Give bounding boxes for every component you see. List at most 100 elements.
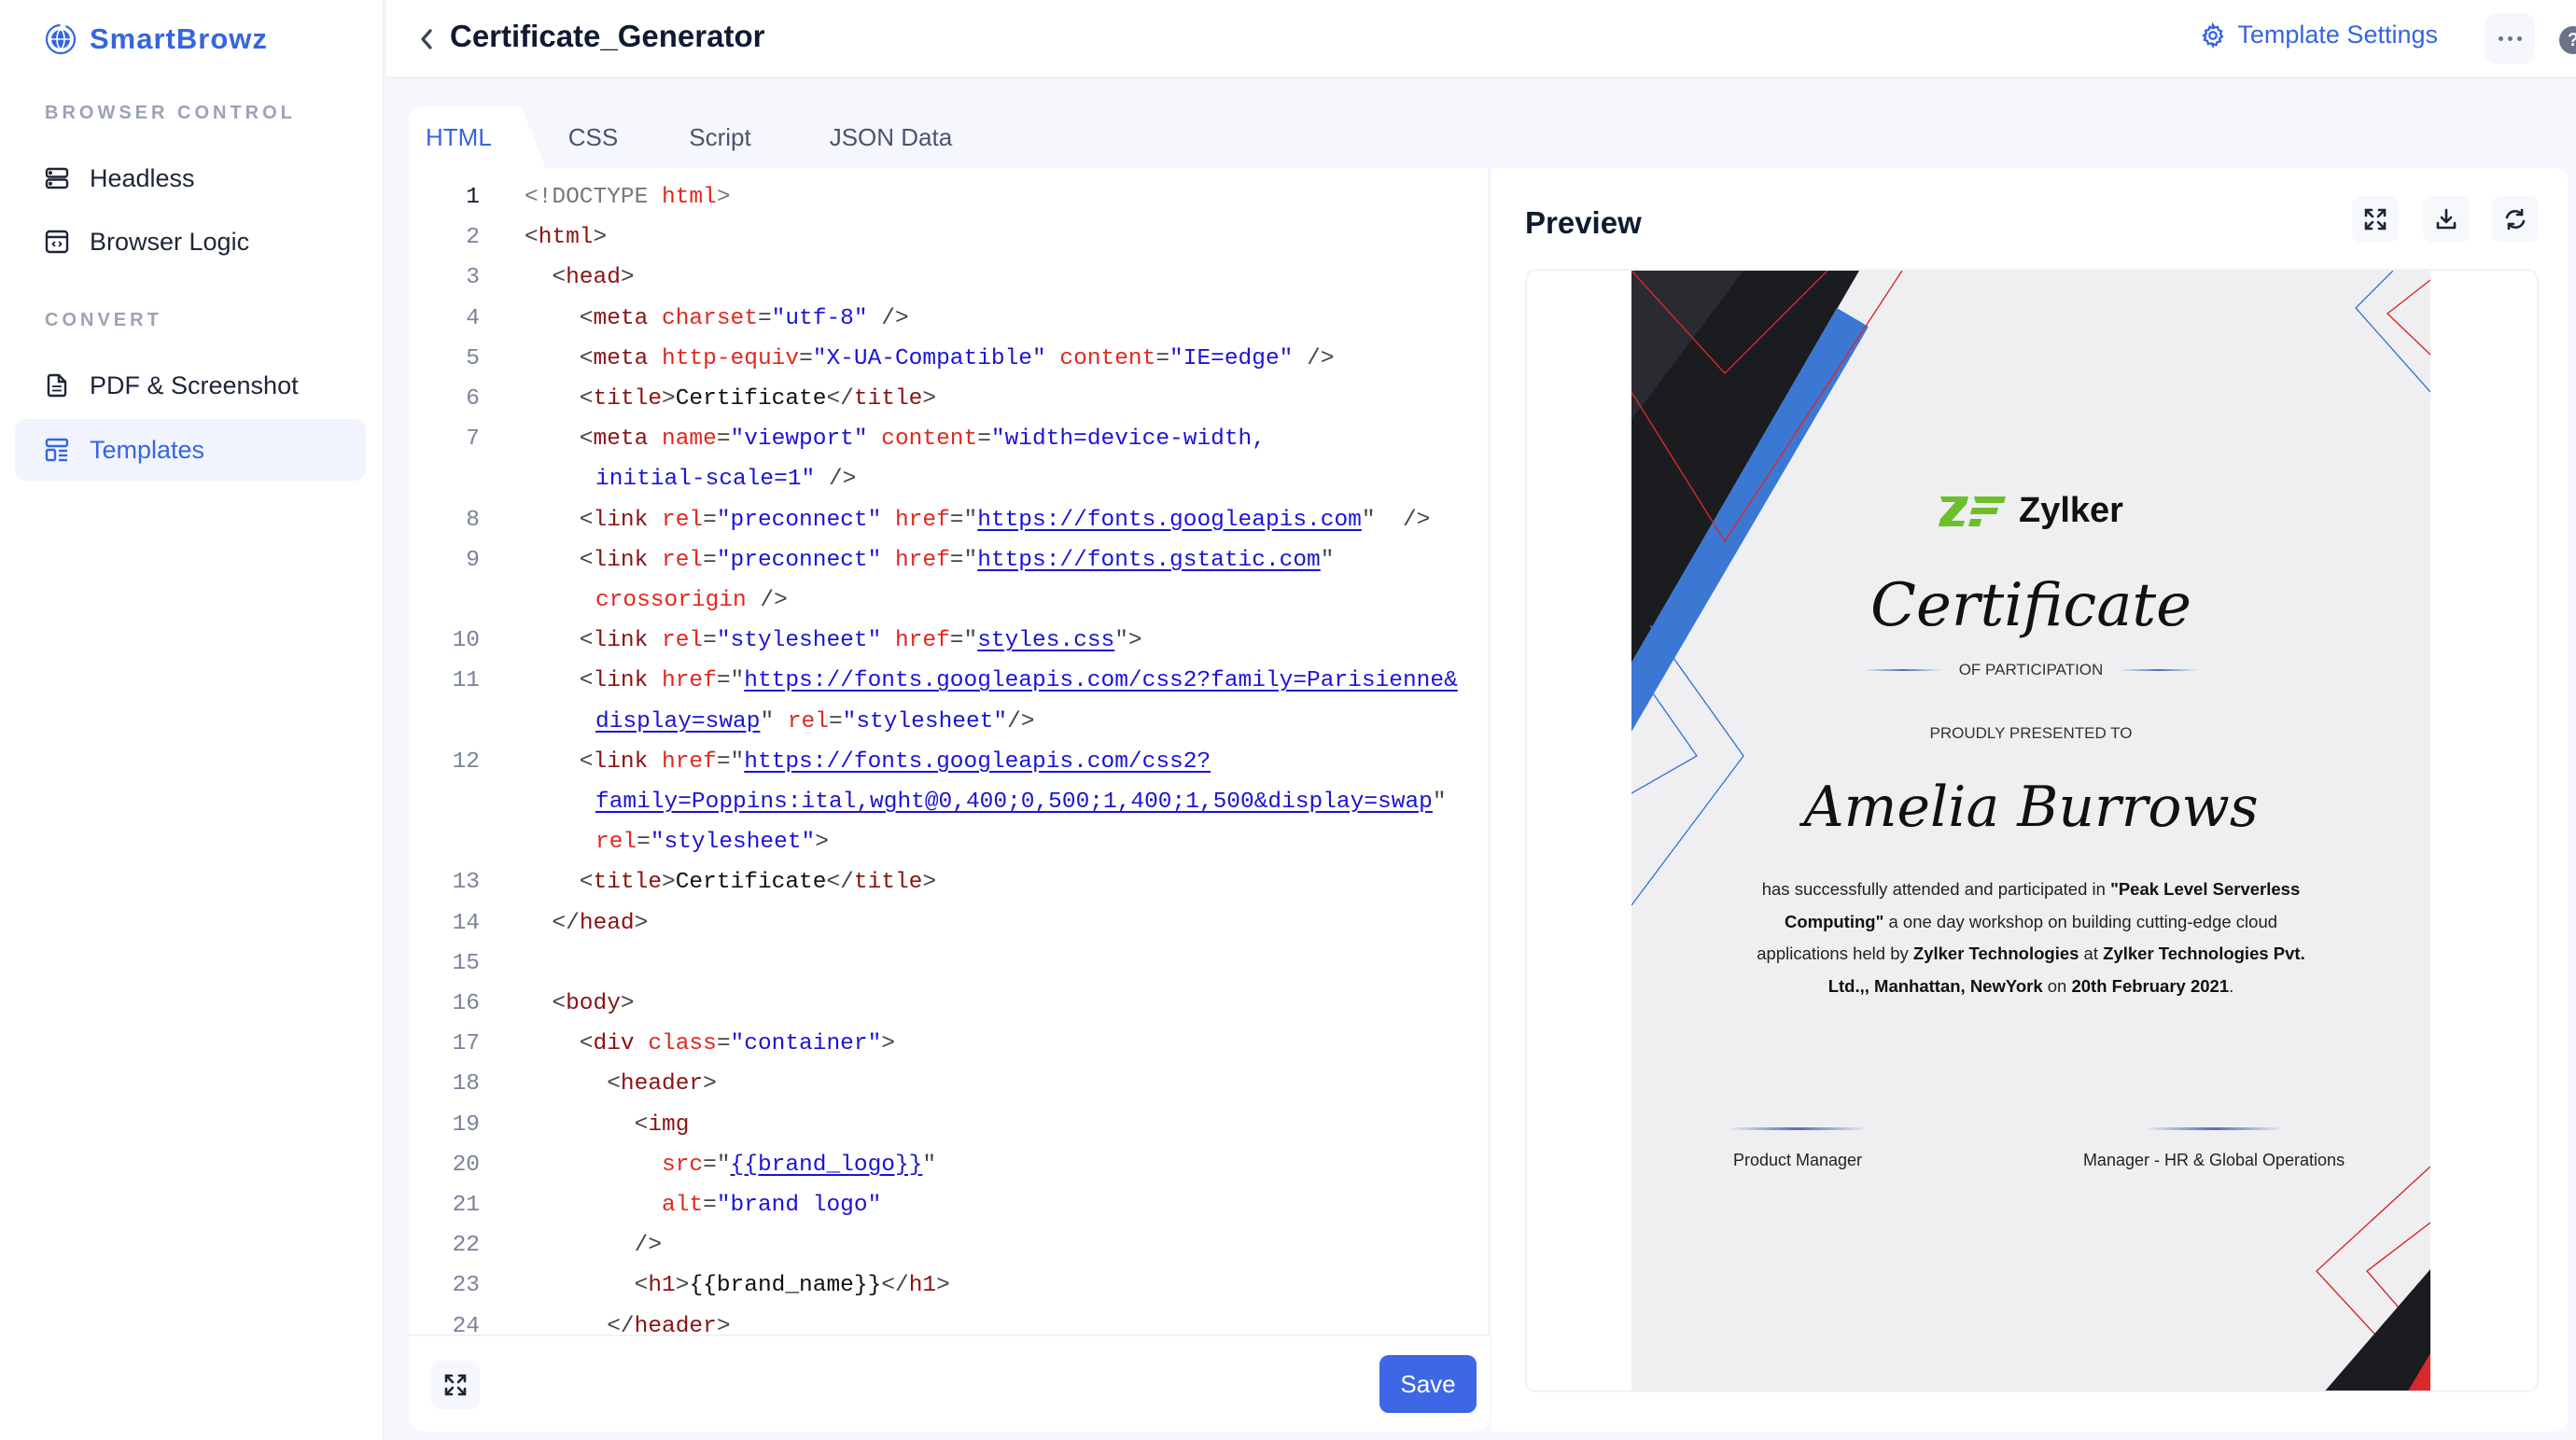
code-token[interactable]: https://fonts.googleapis.com/css2?family…	[744, 668, 1458, 693]
code-token[interactable]: https://fonts.gstatic.com	[977, 548, 1321, 573]
body-text: on	[2042, 975, 2072, 996]
line-number	[409, 782, 480, 822]
code-token[interactable]: styles.css	[977, 628, 1114, 653]
code-token: "container"	[730, 1031, 882, 1057]
code-token[interactable]: https://fonts.googleapis.com/css2?	[744, 749, 1211, 775]
brand[interactable]: SmartBrowz	[45, 21, 268, 58]
code-line[interactable]: crossorigin />	[409, 580, 1488, 621]
code-token: header	[620, 1071, 704, 1097]
line-number: 20	[452, 1152, 480, 1178]
code-token[interactable]: display=swap	[595, 709, 760, 734]
code-token: >	[620, 265, 635, 291]
code-line[interactable]: 6 <title>Certificate</title>	[409, 379, 1488, 419]
code-line[interactable]: 5 <meta http-equiv="X-UA-Compatible" con…	[409, 339, 1488, 379]
more-options-button[interactable]	[2485, 13, 2535, 63]
code-line[interactable]: 23 <h1>{{brand_name}}</h1>	[409, 1265, 1488, 1306]
sidebar-item-pdf-screenshot[interactable]: PDF & Screenshot	[15, 355, 366, 416]
code-text: <link href="https://fonts.googleapis.com…	[480, 661, 1488, 701]
code-token[interactable]: {{brand_logo}}	[731, 1153, 923, 1178]
help-icon[interactable]: ?	[2559, 26, 2576, 54]
code-line[interactable]: 22 />	[409, 1225, 1488, 1265]
sidebar-item-browser-logic[interactable]: Browser Logic	[15, 211, 366, 273]
code-text: <meta http-equiv="X-UA-Compatible" conte…	[480, 339, 1488, 379]
code-token: =	[977, 426, 991, 453]
code-line[interactable]: 2 <html>	[409, 217, 1488, 258]
dark-stripe	[2325, 1269, 2430, 1391]
section-label-browser-control: BROWSER CONTROL	[45, 103, 296, 123]
tab-script[interactable]: Script	[689, 106, 750, 168]
code-line[interactable]: 4 <meta charset="utf-8" />	[409, 299, 1488, 339]
code-token: "	[1320, 547, 1335, 573]
sidebar-item-headless[interactable]: Headless	[15, 147, 366, 209]
line-number: 14	[452, 910, 480, 936]
code-line[interactable]: display=swap" rel="stylesheet"/>	[409, 702, 1488, 742]
code-line[interactable]: 8 <link rel="preconnect" href="https://f…	[409, 500, 1488, 540]
code-line[interactable]: 13 <title>Certificate</title>	[409, 862, 1488, 902]
code-token: =	[703, 547, 717, 573]
signatory-title: Product Manager	[1732, 1151, 1863, 1169]
download-button[interactable]	[2423, 196, 2470, 243]
code-token: Certificate	[675, 386, 827, 412]
certificate-title: Certificate	[1870, 571, 2191, 640]
code-token: content	[881, 426, 978, 453]
code-line[interactable]: 15	[409, 944, 1488, 984]
line-number: 19	[452, 1111, 480, 1138]
code-token: "	[1432, 790, 1447, 816]
line-number	[409, 459, 480, 499]
code-token: />	[1293, 345, 1335, 371]
code-line[interactable]: 14 </head>	[409, 903, 1488, 944]
refresh-button[interactable]	[2492, 196, 2539, 243]
code-line[interactable]: initial-scale=1" />	[409, 459, 1488, 499]
code-line[interactable]: 9 <link rel="preconnect" href="https://f…	[409, 540, 1488, 580]
sidebar-item-templates[interactable]: Templates	[15, 419, 366, 481]
code-line[interactable]: family=Poppins:ital,wght@0,400;0,500;1,4…	[409, 782, 1488, 822]
expand-editor-button[interactable]	[431, 1361, 480, 1409]
gear-icon	[2202, 21, 2224, 49]
code-token: meta	[593, 426, 649, 453]
code-line[interactable]: 1 <!DOCTYPE html>	[409, 177, 1488, 217]
code-token[interactable]: family=Poppins:ital,wght@0,400;0,500;1,4…	[595, 790, 1433, 815]
line-number: 1	[466, 185, 480, 210]
code-token: title	[593, 870, 663, 896]
code-line[interactable]: 10 <link rel="stylesheet" href="styles.c…	[409, 621, 1488, 661]
code-line[interactable]: 17 <div class="container">	[409, 1024, 1488, 1064]
code-line[interactable]: rel="stylesheet">	[409, 822, 1488, 862]
tab-html[interactable]: HTML	[409, 106, 546, 168]
code-token: ="	[716, 748, 745, 775]
code-text: <html>	[480, 217, 1488, 258]
code-token: " />	[1361, 507, 1431, 533]
code-line[interactable]: 20 src="{{brand_logo}}"	[409, 1145, 1488, 1185]
line-number: 4	[466, 305, 480, 331]
tab-json-data[interactable]: JSON Data	[830, 106, 953, 168]
template-icon	[45, 438, 69, 462]
code-line[interactable]: 12 <link href="https://fonts.googleapis.…	[409, 742, 1488, 782]
body-text: at	[2079, 944, 2104, 963]
code-line[interactable]: 21 alt="brand logo"	[409, 1185, 1488, 1225]
code-editor[interactable]: 1 <!DOCTYPE html> 2 <html> 3 <head> 4 <meta c…	[409, 168, 1490, 1335]
code-line[interactable]: 18 <header>	[409, 1064, 1488, 1104]
back-button[interactable]	[413, 24, 441, 54]
code-line[interactable]: 3 <head>	[409, 258, 1488, 298]
code-line[interactable]: 19 <img	[409, 1105, 1488, 1145]
line-number	[409, 702, 480, 742]
line-number: 16	[452, 991, 480, 1017]
code-text: <div class="container">	[480, 1024, 1488, 1064]
code-token[interactable]: https://fonts.googleapis.com	[977, 508, 1362, 533]
line-number: 3	[466, 265, 480, 291]
template-settings-button[interactable]: Template Settings	[2200, 21, 2438, 49]
save-button[interactable]: Save	[1379, 1355, 1477, 1413]
line-number: 10	[452, 628, 480, 654]
document-icon	[47, 373, 67, 398]
code-line[interactable]: 16 <body>	[409, 984, 1488, 1024]
code-token: >	[675, 1273, 690, 1299]
code-token: =	[637, 830, 651, 856]
code-text: <title>Certificate</title>	[480, 379, 1488, 419]
code-line[interactable]: 7 <meta name="viewport" content="width=d…	[409, 419, 1488, 459]
code-line[interactable]: 11 <link href="https://fonts.googleapis.…	[409, 661, 1488, 701]
fullscreen-preview-button[interactable]	[2352, 196, 2399, 243]
tab-css[interactable]: CSS	[568, 106, 618, 168]
code-line[interactable]: 24 </header>	[409, 1307, 1488, 1335]
code-token: link	[593, 628, 649, 654]
